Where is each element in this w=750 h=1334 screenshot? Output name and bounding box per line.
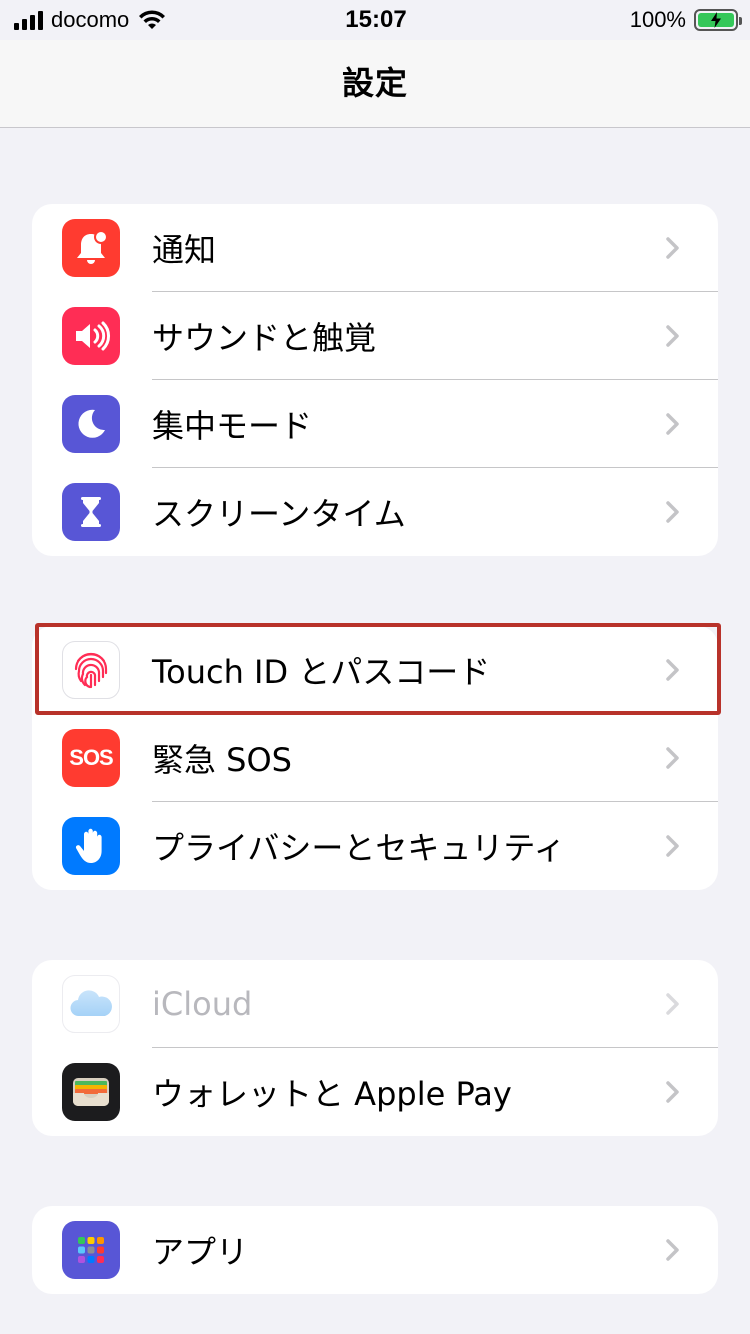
highlight-box [35,623,721,715]
settings-row-label: 通知 [152,231,217,269]
hand-icon [62,817,120,875]
wifi-icon [139,10,166,29]
battery-percent: 100% [629,7,686,32]
settings-row-label: アプリ [152,1233,249,1271]
hourglass-icon [62,483,120,541]
settings-row-label: スクリーンタイム [152,495,406,533]
settings-row-label: iCloud [152,985,253,1023]
moon-icon [62,395,120,453]
chevron-right-icon [666,325,679,347]
chevron-right-icon [666,501,679,523]
speaker-icon [62,307,120,365]
battery-icon [694,9,742,31]
settings-row-label: 集中モード [152,407,313,445]
settings-row-icloud[interactable]: iCloud [32,960,718,1048]
chevron-right-icon [666,1239,679,1261]
status-bar: docomo 15:07 100% [0,0,750,40]
settings-row-focus[interactable]: 集中モード [32,380,718,468]
chevron-right-icon [666,413,679,435]
sos-icon: SOS [62,729,120,787]
sos-icon-text: SOS [69,745,113,770]
carrier-label: docomo [51,7,130,32]
signal-icon [14,10,43,30]
clock: 15:07 [345,6,407,33]
bell-icon [62,219,120,277]
charging-bolt-icon [711,12,721,28]
settings-row-notifications[interactable]: 通知 [32,204,718,292]
settings-row-privacy[interactable]: プライバシーとセキュリティ [32,802,718,890]
status-right: 100% [487,7,742,33]
settings-group-3: iCloud ウォレットと Apple Pay [32,960,718,1136]
wallet-icon [62,1063,120,1121]
page-title: 設定 [341,63,408,102]
cloud-icon [62,975,120,1033]
apps-grid-icon [62,1221,120,1279]
settings-row-wallet[interactable]: ウォレットと Apple Pay [32,1048,718,1136]
settings-row-label: 緊急 SOS [152,741,292,779]
navigation-bar: 設定 [0,40,750,128]
chevron-right-icon [666,835,679,857]
settings-row-emergency-sos[interactable]: SOS 緊急 SOS [32,714,718,802]
settings-group-4: アプリ [32,1206,718,1294]
chevron-right-icon [666,1081,679,1103]
chevron-right-icon [666,747,679,769]
settings-row-apps[interactable]: アプリ [32,1206,718,1294]
chevron-right-icon [666,993,679,1015]
settings-row-screen-time[interactable]: スクリーンタイム [32,468,718,556]
chevron-right-icon [666,237,679,259]
settings-row-label: ウォレットと Apple Pay [152,1075,512,1113]
settings-row-sounds[interactable]: サウンドと触覚 [32,292,718,380]
settings-row-label: プライバシーとセキュリティ [152,829,566,867]
settings-group-1: 通知 サウンドと触覚 集中モード スクリーンタイム [32,204,718,556]
settings-row-label: サウンドと触覚 [152,319,377,357]
status-left: docomo [14,7,265,33]
